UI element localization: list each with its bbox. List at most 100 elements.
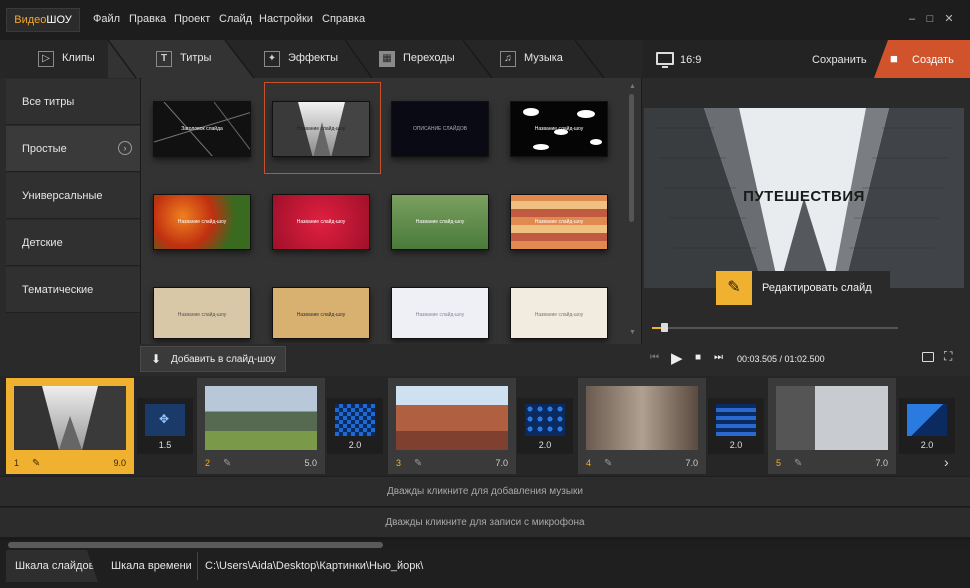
slide-duration[interactable]: 5.0: [304, 458, 317, 468]
create-label: Создать: [912, 54, 954, 66]
seek-track[interactable]: [652, 327, 898, 329]
tab-slide-scale[interactable]: Шкала слайдов: [6, 550, 98, 582]
transition-thumbnail: [716, 404, 756, 436]
transition-card[interactable]: 2.0: [327, 398, 383, 454]
monitor-icon: [656, 52, 674, 65]
slide-card[interactable]: 1 ✎ 9.0: [6, 378, 134, 474]
grid-scrollbar-thumb[interactable]: [629, 94, 634, 222]
skip-forward-icon[interactable]: ⏭: [714, 352, 723, 363]
scroll-up-icon[interactable]: ▲: [629, 83, 636, 90]
category-all-titles[interactable]: Все титры: [6, 79, 140, 125]
thumb-caption: Название слайд-шоу: [177, 312, 227, 318]
transition-duration: 2.0: [538, 440, 552, 450]
play-icon[interactable]: ▶: [671, 349, 683, 367]
transition-card[interactable]: 2.0: [899, 398, 955, 454]
pencil-icon[interactable]: ✎: [223, 458, 231, 469]
category-universal[interactable]: Универсальные: [6, 173, 140, 219]
slide-duration[interactable]: 7.0: [495, 458, 508, 468]
title-thumb[interactable]: Название слайд-шоу: [391, 194, 489, 250]
transition-duration: 2.0: [348, 440, 362, 450]
transition-thumbnail: ✥: [145, 404, 185, 436]
title-thumb[interactable]: Название слайд-шоу: [153, 287, 251, 339]
transition-thumbnail: [907, 404, 947, 436]
snapshot-icon[interactable]: [922, 352, 934, 362]
menu-project[interactable]: Проект: [174, 13, 210, 25]
slide-number: 4: [586, 458, 592, 468]
video-camera-icon: ■: [890, 51, 898, 66]
slide-thumbnail: [586, 386, 698, 450]
music-track[interactable]: Дважды кликните для добавления музыки: [0, 476, 970, 506]
music-track-label: Дважды кликните для добавления музыки: [386, 486, 584, 497]
pencil-icon[interactable]: ✎: [414, 458, 422, 469]
slide-card[interactable]: 4 ✎ 7.0: [578, 378, 706, 474]
transition-card[interactable]: ✥ 1.5: [137, 398, 193, 454]
menu-edit[interactable]: Правка: [129, 13, 166, 25]
time-readout: 00:03.505 / 01:02.500: [737, 354, 825, 364]
thumb-caption: Название слайд-шоу: [534, 312, 584, 318]
add-to-slideshow-button[interactable]: ⬇ Добавить в слайд-шоу: [140, 346, 286, 372]
transition-duration: 2.0: [920, 440, 934, 450]
folder-path: C:\Users\Aida\Desktop\Картинки\Нью_йорк\: [205, 560, 424, 572]
menu-help[interactable]: Справка: [322, 13, 365, 25]
transition-duration: 1.5: [158, 440, 172, 450]
slide-duration[interactable]: 7.0: [685, 458, 698, 468]
chevron-right-icon[interactable]: ›: [944, 454, 949, 470]
slide-card[interactable]: 2 ✎ 5.0: [197, 378, 325, 474]
create-button[interactable]: ■ Создать: [874, 40, 970, 78]
skip-back-icon[interactable]: ⏮: [650, 352, 659, 363]
menu-file[interactable]: Файл: [93, 13, 120, 25]
pencil-icon[interactable]: ✎: [716, 271, 752, 305]
thumb-caption: Название слайд-шоу: [534, 219, 584, 225]
slide-number: 2: [205, 458, 211, 468]
timeline-scrollbar-thumb[interactable]: [8, 542, 383, 548]
tab-timeline[interactable]: Шкала времени: [111, 560, 192, 572]
category-kids[interactable]: Детские: [6, 220, 140, 266]
title-thumb[interactable]: ОПИСАНИЕ СЛАЙДОВ: [391, 101, 489, 157]
title-thumb[interactable]: Название слайд-шоу: [153, 194, 251, 250]
slide-number: 5: [776, 458, 782, 468]
category-simple[interactable]: Простые ›: [6, 126, 140, 172]
slide-duration[interactable]: 9.0: [113, 458, 126, 468]
pencil-icon[interactable]: ✎: [604, 458, 612, 469]
close-icon[interactable]: ✕: [942, 12, 956, 26]
aspect-ratio[interactable]: 16:9: [680, 54, 701, 66]
title-thumb[interactable]: Название слайд-шоу: [391, 287, 489, 339]
thumb-caption: Название слайд-шоу: [296, 126, 346, 132]
seek-handle[interactable]: [661, 323, 669, 332]
save-button[interactable]: Сохранить: [812, 54, 867, 66]
menu-slide[interactable]: Слайд: [219, 13, 252, 25]
category-thematic[interactable]: Тематические: [6, 267, 140, 313]
transition-card[interactable]: 2.0: [517, 398, 573, 454]
title-thumb[interactable]: Заголовок слайда: [153, 101, 251, 157]
title-thumb[interactable]: Название слайд-шоу: [510, 101, 608, 157]
pencil-icon[interactable]: ✎: [32, 458, 40, 469]
slide-thumbnail: [396, 386, 508, 450]
minimize-icon[interactable]: –: [905, 12, 919, 26]
transition-arrows-icon: ✥: [159, 412, 170, 426]
scroll-down-icon[interactable]: ▼: [629, 329, 636, 336]
thumb-caption: Название слайд-шоу: [534, 126, 584, 132]
title-thumb[interactable]: Название слайд-шоу: [510, 194, 608, 250]
category-label: Универсальные: [22, 190, 103, 202]
mic-track[interactable]: Дважды кликните для записи с микрофона: [0, 507, 970, 537]
transition-card[interactable]: 2.0: [708, 398, 764, 454]
fullscreen-icon[interactable]: ⛶: [944, 349, 952, 364]
slide-card[interactable]: 5 ✎ 7.0: [768, 378, 896, 474]
add-button-label: Добавить в слайд-шоу: [171, 354, 276, 365]
menu-settings[interactable]: Настройки: [259, 13, 313, 25]
transition-thumbnail: [525, 404, 565, 436]
transition-duration: 2.0: [729, 440, 743, 450]
pencil-icon[interactable]: ✎: [794, 458, 802, 469]
title-thumb[interactable]: Название слайд-шоу: [510, 287, 608, 339]
monitor-stand: [662, 66, 668, 68]
maximize-icon[interactable]: □: [923, 12, 937, 26]
slide-duration[interactable]: 7.0: [875, 458, 888, 468]
title-thumb[interactable]: Название слайд-шоу: [272, 194, 370, 250]
app-logo: ВидеоШОУ: [6, 8, 80, 32]
transition-thumbnail: [335, 404, 375, 436]
title-thumb[interactable]: Название слайд-шоу: [272, 101, 370, 157]
title-thumb[interactable]: Название слайд-шоу: [272, 287, 370, 339]
thumb-caption: ОПИСАНИЕ СЛАЙДОВ: [412, 126, 468, 132]
stop-icon[interactable]: ■: [695, 352, 701, 363]
slide-card[interactable]: 3 ✎ 7.0: [388, 378, 516, 474]
